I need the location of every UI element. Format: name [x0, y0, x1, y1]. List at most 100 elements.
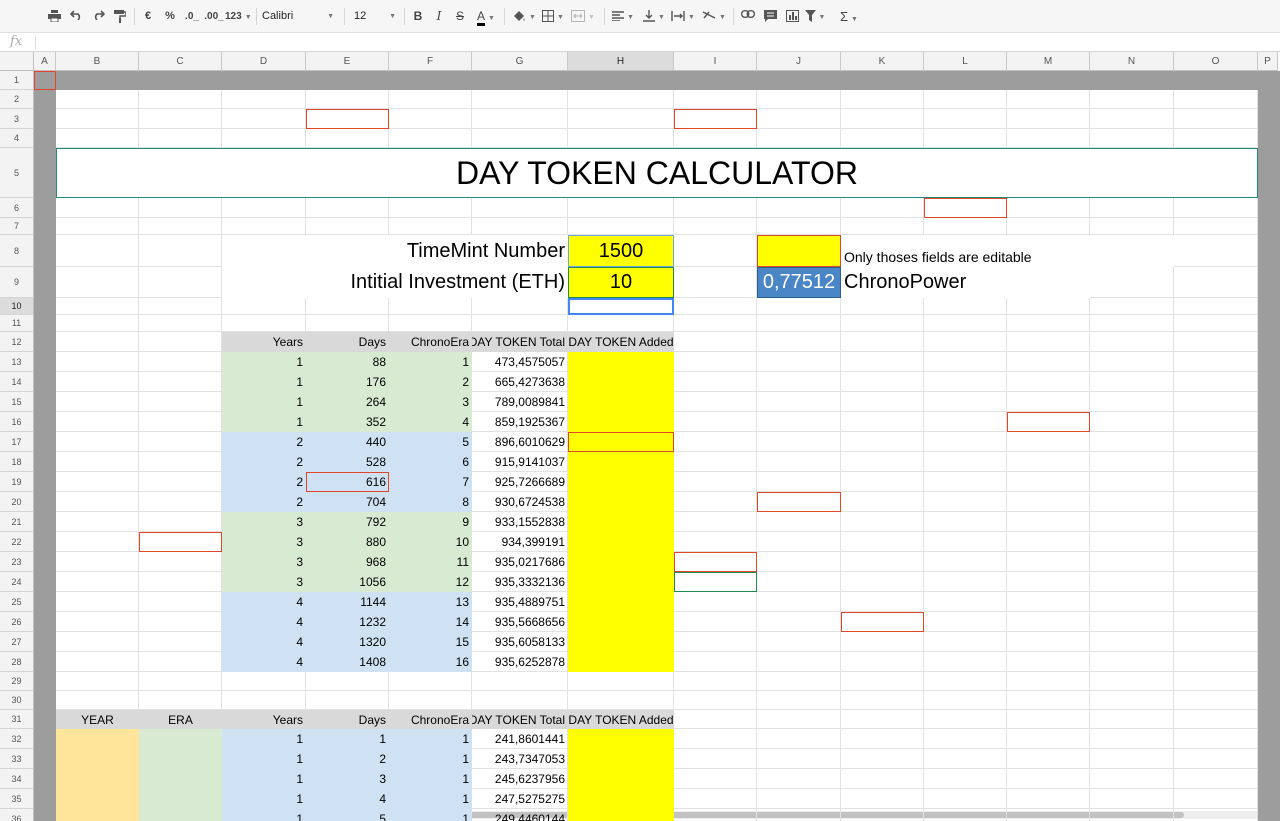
column-header-h[interactable]: H — [568, 52, 674, 71]
highlighted-cell[interactable] — [841, 612, 924, 632]
column-header-m[interactable]: M — [1007, 52, 1090, 71]
row-header-16[interactable]: 16 — [0, 412, 34, 432]
highlighted-cell[interactable] — [306, 109, 389, 129]
row-header-26[interactable]: 26 — [0, 612, 34, 632]
highlighted-cell[interactable] — [139, 532, 222, 552]
column-header-c[interactable]: C — [139, 52, 222, 71]
column-header-e[interactable]: E — [306, 52, 389, 71]
highlighted-cell[interactable] — [674, 109, 757, 129]
highlighted-cell[interactable] — [306, 472, 389, 492]
row-header-17[interactable]: 17 — [0, 432, 34, 452]
column-header-a[interactable]: A — [34, 52, 56, 71]
chevron-down-icon: ▼ — [557, 14, 564, 21]
row-header-31[interactable]: 31 — [0, 710, 34, 729]
text-wrap-icon[interactable]: ▼ — [670, 7, 696, 26]
row-header-28[interactable]: 28 — [0, 652, 34, 672]
column-header-n[interactable]: N — [1090, 52, 1174, 71]
percent-format-button[interactable]: % — [163, 7, 177, 26]
column-header-i[interactable]: I — [674, 52, 757, 71]
font-size-select[interactable]: 12 ▼ — [354, 7, 398, 26]
strikethrough-button[interactable]: S — [453, 7, 467, 26]
insert-chart-icon[interactable] — [783, 7, 801, 26]
column-header-b[interactable]: B — [56, 52, 139, 71]
row-header-19[interactable]: 19 — [0, 472, 34, 492]
italic-button[interactable]: I — [432, 7, 446, 26]
text-color-button[interactable]: A ▼ — [473, 7, 499, 26]
row-header-6[interactable]: 6 — [0, 198, 34, 218]
formula-input[interactable] — [38, 34, 1268, 50]
highlighted-cell[interactable] — [924, 198, 1007, 218]
row-header-18[interactable]: 18 — [0, 452, 34, 472]
row-header-36[interactable]: 36 — [0, 809, 34, 821]
highlighted-cell[interactable] — [1007, 412, 1090, 432]
print-icon[interactable] — [44, 7, 64, 26]
row-header-34[interactable]: 34 — [0, 769, 34, 789]
row-header-30[interactable]: 30 — [0, 691, 34, 710]
row-header-12[interactable]: 12 — [0, 332, 34, 352]
row-header-33[interactable]: 33 — [0, 749, 34, 769]
row-header-9[interactable]: 9 — [0, 267, 34, 298]
increase-decimal-button[interactable]: .00_ — [204, 7, 224, 26]
highlighted-cell[interactable] — [757, 492, 841, 512]
row-header-29[interactable]: 29 — [0, 672, 34, 691]
column-header-j[interactable]: J — [757, 52, 841, 71]
merge-cells-icon[interactable]: ▼ — [569, 7, 597, 26]
row-header-22[interactable]: 22 — [0, 532, 34, 552]
row-header-23[interactable]: 23 — [0, 552, 34, 572]
row-header-2[interactable]: 2 — [0, 90, 34, 109]
row-header-14[interactable]: 14 — [0, 372, 34, 392]
column-header-d[interactable]: D — [222, 52, 306, 71]
redo-icon[interactable] — [88, 7, 108, 26]
row-header-20[interactable]: 20 — [0, 492, 34, 512]
row-header-13[interactable]: 13 — [0, 352, 34, 372]
highlighted-cell[interactable] — [34, 71, 56, 90]
vertical-align-icon[interactable]: ▼ — [642, 7, 666, 26]
column-header-f[interactable]: F — [389, 52, 472, 71]
selected-cell-h10[interactable] — [568, 298, 674, 315]
filter-icon[interactable]: ▼ — [803, 7, 827, 26]
functions-button[interactable]: Σ ▼ — [836, 7, 862, 26]
insert-comment-icon[interactable] — [761, 7, 779, 26]
currency-format-button[interactable]: € — [141, 7, 155, 26]
highlighted-cell[interactable] — [674, 572, 757, 592]
borders-icon[interactable]: ▼ — [541, 7, 565, 26]
spreadsheet-grid: A B C D E F G H I J K L M N O P 1 2 3 4 5 6 7 8 9 10 11 12 13 14 15 16 1… — [0, 52, 1280, 821]
font-family-select[interactable]: Calibri ▼ — [262, 7, 336, 26]
row-header-32[interactable]: 32 — [0, 729, 34, 749]
row-header-15[interactable]: 15 — [0, 392, 34, 412]
column-header-p[interactable]: P — [1258, 52, 1278, 71]
text-rotation-icon[interactable]: ▼ — [701, 7, 727, 26]
timemint-input[interactable]: 1500 — [568, 235, 674, 267]
column-header-l[interactable]: L — [924, 52, 1007, 71]
row-header-3[interactable]: 3 — [0, 109, 34, 129]
row-header-8[interactable]: 8 — [0, 235, 34, 267]
more-formats-button[interactable]: 123 ▼ — [225, 7, 252, 26]
row-header-5[interactable]: 5 — [0, 148, 34, 198]
column-header-o[interactable]: O — [1174, 52, 1258, 71]
column-header-g[interactable]: G — [472, 52, 568, 71]
paint-format-icon[interactable] — [110, 7, 130, 26]
horizontal-align-icon[interactable]: ▼ — [611, 7, 635, 26]
row-header-7[interactable]: 7 — [0, 218, 34, 235]
highlighted-cell[interactable] — [674, 552, 757, 572]
select-all-corner[interactable] — [0, 52, 34, 71]
row-header-21[interactable]: 21 — [0, 512, 34, 532]
highlighted-cell[interactable] — [568, 432, 674, 452]
table1-cell: 2 — [222, 472, 306, 492]
row-header-1[interactable]: 1 — [0, 71, 34, 90]
bold-button[interactable]: B — [411, 7, 425, 26]
table1-added-cell — [568, 412, 674, 432]
investment-input[interactable]: 10 — [568, 267, 674, 298]
row-header-4[interactable]: 4 — [0, 129, 34, 148]
insert-link-icon[interactable] — [739, 7, 757, 26]
decrease-decimal-button[interactable]: .0_ — [183, 7, 201, 26]
column-header-k[interactable]: K — [841, 52, 924, 71]
row-header-35[interactable]: 35 — [0, 789, 34, 809]
undo-icon[interactable] — [66, 7, 86, 26]
row-header-25[interactable]: 25 — [0, 592, 34, 612]
row-header-11[interactable]: 11 — [0, 315, 34, 332]
row-header-10[interactable]: 10 — [0, 298, 34, 315]
fill-color-icon[interactable]: ▼ — [511, 7, 537, 26]
row-header-24[interactable]: 24 — [0, 572, 34, 592]
row-header-27[interactable]: 27 — [0, 632, 34, 652]
